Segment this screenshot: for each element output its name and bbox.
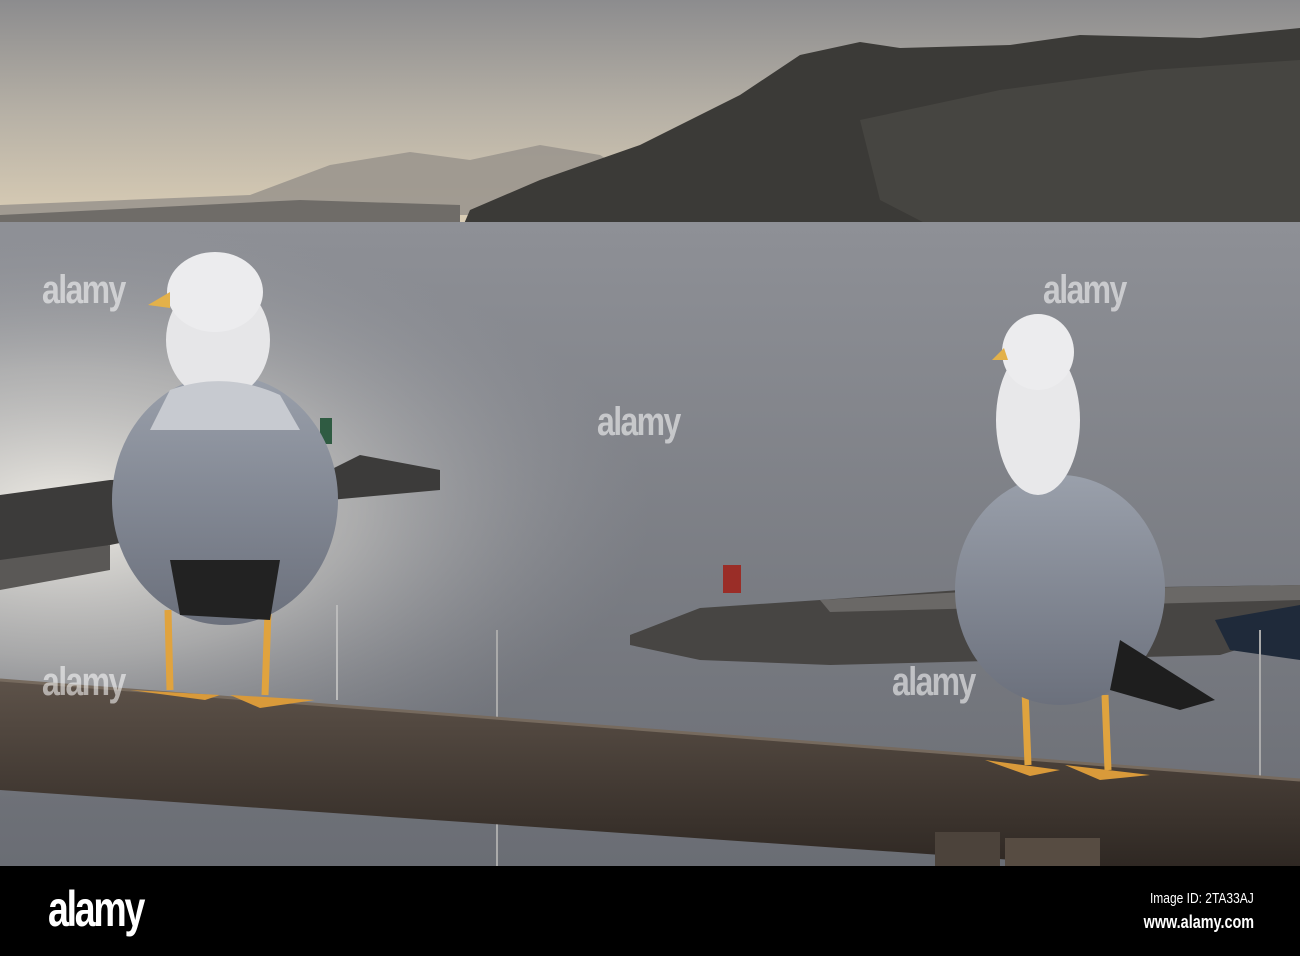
website-link[interactable]: www.alamy.com: [1144, 912, 1254, 933]
alamy-logo: alamy: [48, 881, 145, 937]
watermark: alamy: [597, 400, 681, 444]
watermark: alamy: [892, 660, 976, 704]
watermark: alamy: [42, 268, 126, 312]
footer-bar: alamy Image ID: 2TA33AJ www.alamy.com: [0, 866, 1300, 956]
watermark: alamy: [1043, 268, 1127, 312]
stock-photo-page: alamy alamy alamy alamy alamy alamy Imag…: [0, 0, 1300, 956]
image-id: Image ID: 2TA33AJ: [1150, 890, 1254, 907]
watermark: alamy: [42, 660, 126, 704]
